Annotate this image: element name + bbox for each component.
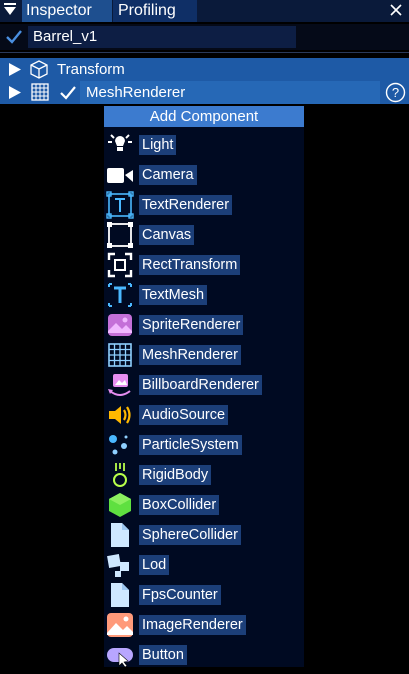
particle-system-icon	[106, 431, 134, 459]
add-component-item[interactable]: Light	[139, 135, 177, 155]
component-label: Transform	[57, 61, 125, 78]
camera-icon	[106, 161, 134, 189]
expand-arrow-icon[interactable]	[8, 85, 22, 100]
expand-arrow-icon[interactable]	[8, 62, 22, 77]
panel-menu-triangle-icon[interactable]	[0, 0, 22, 22]
add-component-item[interactable]: RectTransform	[139, 255, 241, 275]
add-component-item[interactable]: AudioSource	[139, 405, 229, 425]
image-renderer-icon	[106, 611, 134, 639]
component-label: MeshRenderer	[86, 84, 186, 101]
tab-inspector[interactable]: Inspector	[22, 0, 112, 22]
audio-source-icon	[106, 401, 134, 429]
add-component-item[interactable]: FpsCounter	[139, 585, 221, 605]
add-component-item[interactable]: BillboardRenderer	[139, 375, 262, 395]
sphere-collider-icon	[106, 521, 134, 549]
add-component-item[interactable]: MeshRenderer	[139, 345, 241, 365]
add-component-item[interactable]: ParticleSystem	[139, 435, 242, 455]
object-name-field[interactable]: Barrel_v1	[28, 26, 296, 48]
add-component-item[interactable]: Button	[139, 645, 187, 665]
lod-icon	[106, 551, 134, 579]
component-transform[interactable]: Transform	[0, 58, 409, 81]
svg-text:?: ?	[392, 85, 399, 100]
add-component-item[interactable]: TextRenderer	[139, 195, 233, 215]
text-mesh-icon	[106, 281, 134, 309]
text-renderer-icon	[106, 191, 134, 219]
add-component-item[interactable]: SphereCollider	[139, 525, 241, 545]
add-component-item[interactable]: ImageRenderer	[139, 615, 246, 635]
box-collider-icon	[106, 491, 134, 519]
divider	[0, 52, 409, 53]
canvas-icon	[106, 221, 134, 249]
mesh-grid-icon	[31, 83, 49, 101]
add-component-item[interactable]: SpriteRenderer	[139, 315, 244, 335]
mesh-renderer-enabled-checkbox[interactable]	[58, 83, 78, 103]
help-icon[interactable]: ?	[385, 82, 406, 103]
add-component-header: Add Component	[104, 106, 304, 127]
add-component-item[interactable]: Canvas	[139, 225, 195, 245]
button-icon	[106, 641, 134, 669]
mesh-renderer-icon	[106, 341, 134, 369]
sprite-renderer-icon	[106, 311, 134, 339]
add-component-item[interactable]: Camera	[139, 165, 197, 185]
add-component-item[interactable]: Lod	[139, 555, 170, 575]
rigid-body-icon	[106, 461, 134, 489]
add-component-item[interactable]: TextMesh	[139, 285, 208, 305]
rect-transform-icon	[106, 251, 134, 279]
add-component-item[interactable]: BoxCollider	[139, 495, 220, 515]
close-icon[interactable]	[384, 0, 409, 22]
tab-profiling[interactable]: Profiling	[113, 0, 197, 22]
light-icon	[106, 131, 134, 159]
add-component-item[interactable]: RigidBody	[139, 465, 212, 485]
fps-counter-icon	[106, 581, 134, 609]
billboard-renderer-icon	[106, 371, 134, 399]
transform-icon	[30, 60, 48, 79]
object-enabled-checkbox[interactable]	[4, 27, 24, 47]
